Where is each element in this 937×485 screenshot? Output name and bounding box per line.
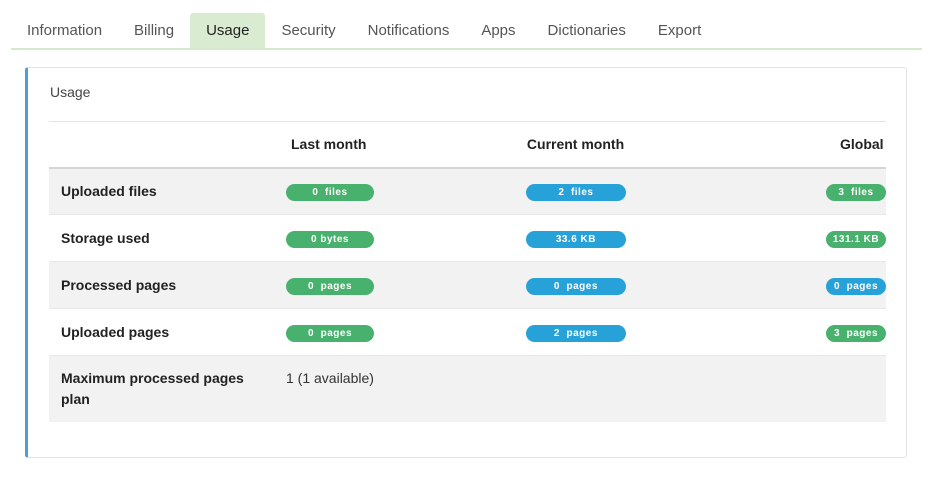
header-current-month: Current month [519,121,766,169]
row-label-uploaded-files: Uploaded files [49,167,274,215]
table-row: Storage used 0 bytes 33.6 KB 131.1 KB [49,214,886,262]
row-label-storage-used: Storage used [49,214,274,262]
uploaded-pages-current-month-badge: 2 pages [525,324,626,342]
processed-pages-last-month-badge: 0 pages [286,277,374,295]
table-row: Processed pages 0 pages 0 pages 0 pages [49,261,886,309]
row-label-uploaded-pages: Uploaded pages [49,308,274,356]
tab-export[interactable]: Export [642,13,717,48]
tab-notifications[interactable]: Notifications [352,13,466,48]
table-row: Uploaded files 0 files 2 files 3 files [49,167,886,215]
uploaded-pages-global-badge: 3 pages [826,324,886,342]
processed-pages-current-month-badge: 0 pages [525,277,626,295]
processed-pages-global-badge: 0 pages [826,277,886,295]
table-row: Uploaded pages 0 pages 2 pages 3 pages [49,308,886,356]
header-empty [49,121,274,169]
uploaded-files-current-month-badge: 2 files [525,183,626,201]
uploaded-pages-last-month-badge: 0 pages [286,324,374,342]
tab-information[interactable]: Information [11,13,118,48]
tab-billing[interactable]: Billing [118,13,190,48]
storage-used-current-month-badge: 33.6 KB [525,230,626,248]
uploaded-files-global-badge: 3 files [826,183,886,201]
max-processed-pages-value: 1 (1 available) [286,370,374,386]
card-title: Usage [50,84,91,100]
uploaded-files-last-month-badge: 0 files [286,183,374,201]
header-global: Global [766,121,886,169]
usage-table: Last month Current month Global Uploaded… [49,121,886,422]
tab-usage[interactable]: Usage [190,13,266,48]
header-last-month: Last month [274,121,520,169]
tab-security[interactable]: Security [265,13,351,48]
tab-bar: Information Billing Usage Security Notif… [11,13,922,50]
tab-apps[interactable]: Apps [465,13,531,48]
usage-card: Usage Last month Current month Global Up… [25,67,907,458]
tab-dictionaries[interactable]: Dictionaries [532,13,642,48]
row-label-max-processed-pages: Maximum processed pages plan [49,355,274,422]
table-header-row: Last month Current month Global [49,121,886,169]
storage-used-global-badge: 131.1 KB [826,230,886,248]
table-row: Maximum processed pages plan 1 (1 availa… [49,355,886,422]
row-label-processed-pages: Processed pages [49,261,274,309]
storage-used-last-month-badge: 0 bytes [286,230,374,248]
